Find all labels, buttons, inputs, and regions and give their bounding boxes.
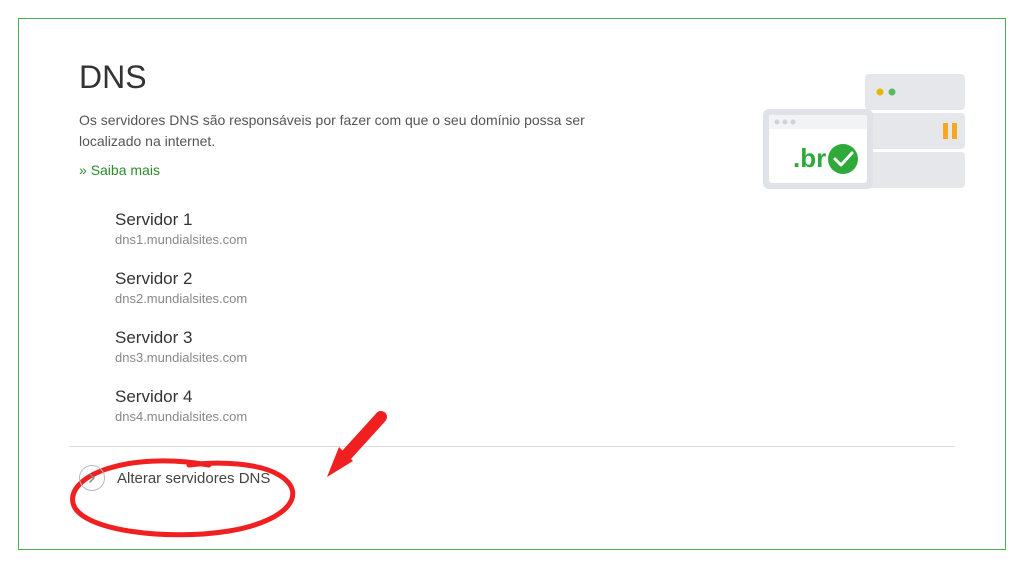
change-dns-label: Alterar servidores DNS [117,470,270,487]
learn-more-prefix: » [79,162,91,178]
server-item: Servidor 3 dns3.mundialsites.com [115,328,945,365]
server-list: Servidor 1 dns1.mundialsites.com Servido… [115,210,945,424]
server-label: Servidor 4 [115,387,945,407]
dns-description: Os servidores DNS são responsáveis por f… [79,110,609,152]
server-value: dns3.mundialsites.com [115,350,945,365]
server-value: dns1.mundialsites.com [115,232,945,247]
server-label: Servidor 2 [115,269,945,289]
change-dns-servers-button[interactable]: Alterar servidores DNS [79,465,945,491]
learn-more-text: Saiba mais [91,162,160,178]
server-value: dns2.mundialsites.com [115,291,945,306]
br-label-icon: .br [793,143,826,173]
server-item: Servidor 4 dns4.mundialsites.com [115,387,945,424]
server-item: Servidor 2 dns2.mundialsites.com [115,269,945,306]
learn-more-link[interactable]: » Saiba mais [79,162,160,178]
dns-illustration: .br [745,49,975,219]
dns-panel: DNS Os servidores DNS são responsáveis p… [18,18,1006,550]
server-value: dns4.mundialsites.com [115,409,945,424]
divider [69,446,955,447]
chevron-right-icon [79,465,105,491]
server-label: Servidor 3 [115,328,945,348]
